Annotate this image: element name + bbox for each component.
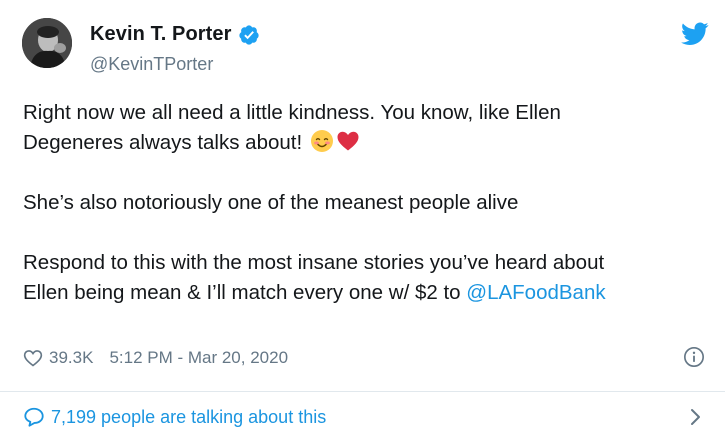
tweet-timestamp[interactable]: 5:12 PM - Mar 20, 2020 bbox=[109, 348, 288, 368]
tweet-line-with-mention: Ellen being mean & I’ll match every one … bbox=[23, 278, 713, 308]
tweet-paragraph-2: She’s also notoriously one of the meanes… bbox=[23, 188, 713, 218]
tweet-card: Kevin T. Porter @KevinTPorter Right now … bbox=[0, 0, 725, 438]
twitter-bird-icon[interactable] bbox=[681, 22, 709, 46]
tweet-line: Respond to this with the most insane sto… bbox=[23, 251, 605, 274]
author-display-name[interactable]: Kevin T. Porter bbox=[90, 23, 232, 46]
tweet-line-text: Degeneres always talks about! bbox=[23, 131, 303, 154]
tweet-paragraph-3: Respond to this with the most insane sto… bbox=[23, 248, 713, 308]
tweet-line: Right now we all need a little kindness.… bbox=[23, 101, 561, 124]
tweet-paragraph-1: Right now we all need a little kindness.… bbox=[23, 98, 713, 158]
mention-link[interactable]: @LAFoodBank bbox=[466, 281, 605, 304]
tweet-line-text: Ellen being mean & I’ll match every one … bbox=[23, 281, 467, 304]
author-handle[interactable]: @KevinTPorter bbox=[90, 54, 213, 75]
smiling-face-emoji bbox=[310, 129, 334, 153]
verified-badge-icon bbox=[238, 24, 260, 46]
like-count[interactable]: 39.3K bbox=[49, 348, 93, 368]
conversation-count[interactable]: 7,199 people are talking about this bbox=[51, 407, 326, 428]
conversation-link[interactable]: 7,199 people are talking about this bbox=[23, 405, 326, 429]
tweet-line: She’s also notoriously one of the meanes… bbox=[23, 191, 519, 214]
info-icon[interactable] bbox=[683, 346, 705, 368]
author-name-row: Kevin T. Porter bbox=[90, 23, 260, 46]
tweet-meta: 39.3K 5:12 PM - Mar 20, 2020 bbox=[23, 346, 288, 370]
speech-bubble-icon bbox=[23, 406, 45, 428]
red-heart-emoji bbox=[336, 129, 360, 153]
chevron-right-icon[interactable] bbox=[689, 406, 703, 428]
tweet-text: Right now we all need a little kindness.… bbox=[23, 98, 713, 308]
tweet-line-with-emoji: Degeneres always talks about! bbox=[23, 128, 713, 158]
heart-icon[interactable] bbox=[23, 348, 43, 368]
divider bbox=[0, 391, 725, 392]
avatar[interactable] bbox=[22, 18, 72, 68]
